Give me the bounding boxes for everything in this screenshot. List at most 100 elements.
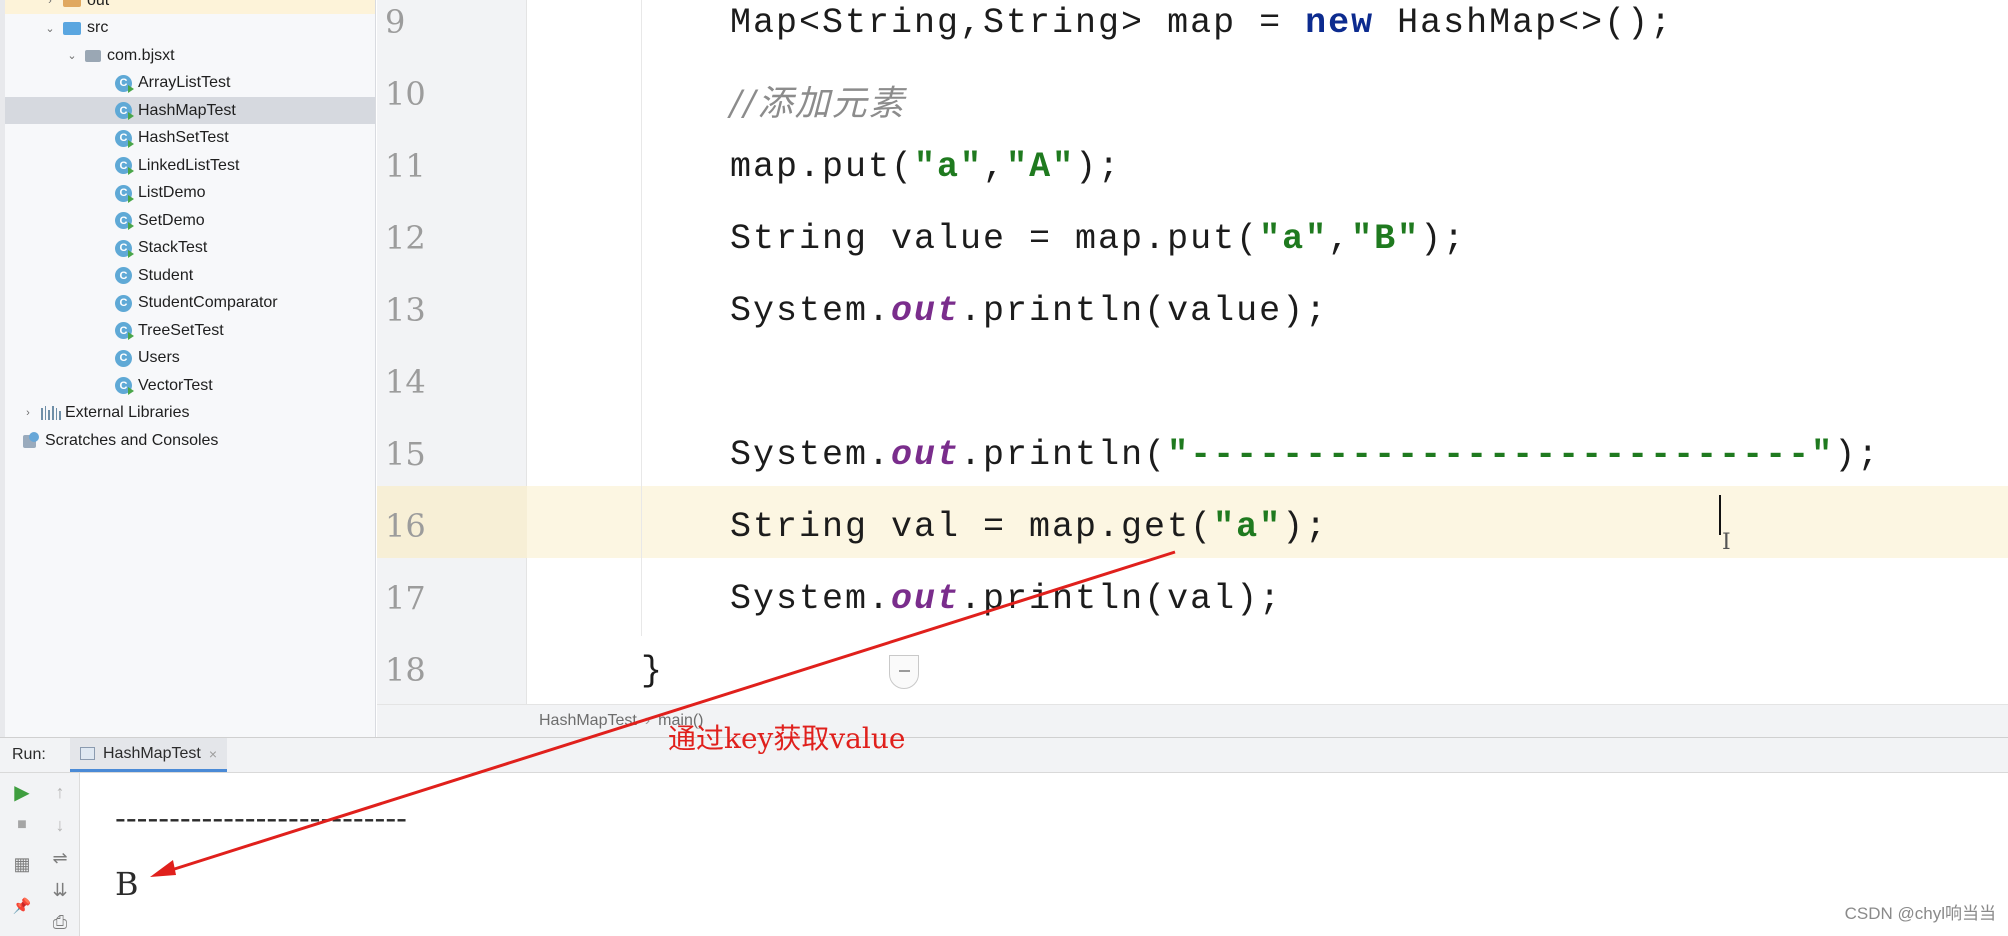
close-tab-icon[interactable]: × bbox=[209, 746, 217, 762]
tree-item-external-libraries[interactable]: › External Libraries bbox=[5, 400, 375, 427]
pin-tab-button[interactable]: 📌 bbox=[11, 895, 33, 917]
scroll-up-button[interactable]: ↑ bbox=[49, 781, 71, 803]
java-class-icon: C bbox=[115, 157, 134, 175]
tree-item-student[interactable]: C Student bbox=[5, 262, 375, 289]
watermark: CSDN @chyl响当当 bbox=[1844, 904, 1996, 923]
code-token: HashMap<>(); bbox=[1374, 3, 1674, 43]
tree-item-hashsettest[interactable]: C HashSetTest bbox=[5, 125, 375, 152]
tree-item-label: Scratches and Consoles bbox=[45, 431, 219, 449]
line-number: 18 bbox=[385, 651, 426, 689]
scroll-to-end-button[interactable]: ⇊ bbox=[49, 879, 71, 901]
tree-item-label: HashMapTest bbox=[138, 101, 236, 119]
package-icon bbox=[85, 49, 101, 62]
chevron-right-icon[interactable]: › bbox=[43, 0, 57, 8]
source-folder-icon bbox=[63, 21, 81, 35]
run-toolbar: ▶ ↑ ■ ↓ ⇌ ▦ ⇊ 📌 ⎙ bbox=[0, 773, 80, 936]
java-class-icon: C bbox=[115, 212, 134, 230]
java-class-icon: C bbox=[115, 349, 132, 367]
tree-item-vectortest[interactable]: C VectorTest bbox=[5, 372, 375, 399]
tree-item-label: ArrayListTest bbox=[138, 74, 231, 91]
folder-icon bbox=[63, 0, 81, 7]
line-number: 13 bbox=[385, 291, 426, 329]
tree-item-arraylisttest[interactable]: C ArrayListTest bbox=[5, 70, 375, 97]
comment-token: //添加元素 bbox=[730, 84, 906, 124]
chevron-right-icon[interactable]: › bbox=[21, 406, 35, 420]
stop-button[interactable]: ■ bbox=[11, 814, 33, 836]
tree-item-label: TreeSetTest bbox=[138, 321, 224, 339]
code-line[interactable]: map.put("a","A"); bbox=[730, 147, 1121, 187]
print-button[interactable]: ⎙ bbox=[49, 911, 71, 933]
run-tool-window-header: Run: HashMapTest × bbox=[0, 737, 2008, 773]
tree-item-label: StackTest bbox=[138, 239, 208, 256]
console-line: B bbox=[115, 865, 139, 903]
tree-item-users[interactable]: C Users bbox=[5, 345, 375, 372]
soft-wrap-button[interactable]: ⇌ bbox=[49, 847, 71, 869]
tree-item-linkedlisttest[interactable]: C LinkedListTest bbox=[5, 152, 375, 179]
run-tab-hashmaptest[interactable]: HashMapTest × bbox=[70, 738, 228, 772]
code-line[interactable]: Map<String,String> map = new HashMap<>()… bbox=[730, 3, 1673, 43]
string-token: "A" bbox=[1006, 147, 1076, 187]
run-tab-label: HashMapTest bbox=[103, 744, 201, 762]
tree-item-src[interactable]: ⌄ src bbox=[5, 15, 375, 42]
code-line[interactable]: System.out.println(value); bbox=[730, 291, 1328, 331]
tree-item-hashmaptest[interactable]: C HashMapTest bbox=[5, 97, 375, 124]
java-class-icon: C bbox=[115, 294, 132, 312]
tree-item-studentcomparator[interactable]: C StudentComparator bbox=[5, 290, 375, 317]
java-class-icon: C bbox=[115, 322, 134, 340]
code-token: .println(val); bbox=[960, 579, 1283, 619]
code-line[interactable]: System.out.println("--------------------… bbox=[730, 435, 1880, 475]
console-tab-icon bbox=[80, 747, 95, 760]
line-number: 10 bbox=[385, 75, 426, 113]
field-token: out bbox=[891, 579, 961, 619]
code-line[interactable]: //添加元素 bbox=[730, 75, 906, 126]
tree-item-label: External Libraries bbox=[65, 404, 190, 421]
code-token: String val = map.get( bbox=[730, 507, 1214, 547]
project-tree-panel: › out ⌄ src ⌄ com.bjsxt C ArrayListTest C HashMap… bbox=[0, 0, 376, 737]
tree-item-com-bjsxt[interactable]: ⌄ com.bjsxt bbox=[5, 42, 375, 69]
code-line[interactable]: System.out.println(val); bbox=[730, 579, 1282, 619]
code-line[interactable]: } bbox=[641, 651, 664, 691]
line-number: 9 bbox=[385, 3, 406, 41]
code-token: , bbox=[983, 147, 1007, 187]
tree-item-label: out bbox=[87, 0, 110, 9]
java-class-icon: C bbox=[115, 129, 134, 148]
field-token: out bbox=[891, 291, 961, 331]
chevron-down-icon[interactable]: ⌄ bbox=[65, 49, 79, 63]
string-token: "a" bbox=[914, 147, 984, 187]
code-editor[interactable]: Map<String,String> map = new HashMap<>()… bbox=[377, 0, 2008, 737]
text-caret bbox=[1719, 495, 1721, 535]
code-line[interactable]: String value = map.put("a","B"); bbox=[730, 219, 1466, 259]
scroll-down-button[interactable]: ↓ bbox=[49, 814, 71, 836]
tree-item-stacktest[interactable]: C StackTest bbox=[5, 235, 375, 262]
breadcrumb-separator: › bbox=[644, 712, 651, 729]
breadcrumb: HashMapTest › main() bbox=[377, 704, 2008, 737]
code-token: .println(value); bbox=[960, 291, 1329, 331]
code-line[interactable]: String val = map.get("a"); bbox=[730, 507, 1328, 547]
tree-item-treesettest[interactable]: C TreeSetTest bbox=[5, 317, 375, 344]
chevron-down-icon[interactable]: ⌄ bbox=[43, 21, 57, 35]
string-token: "B" bbox=[1351, 219, 1421, 259]
tree-item-out[interactable]: › out bbox=[5, 0, 375, 14]
libraries-icon bbox=[41, 406, 62, 420]
code-token: , bbox=[1328, 219, 1352, 259]
line-number: 14 bbox=[385, 363, 426, 401]
tree-item-label: Student bbox=[138, 266, 194, 284]
java-class-icon: C bbox=[115, 377, 134, 395]
layout-button[interactable]: ▦ bbox=[11, 853, 33, 875]
java-class-icon: C bbox=[115, 267, 132, 284]
string-token: "---------------------------" bbox=[1167, 435, 1835, 475]
fold-marker-icon[interactable] bbox=[889, 655, 919, 689]
tree-item-label: ListDemo bbox=[138, 184, 206, 201]
code-token: System. bbox=[730, 579, 892, 619]
tree-item-label: StudentComparator bbox=[138, 294, 278, 311]
run-label: Run: bbox=[12, 746, 46, 763]
tree-item-listdemo[interactable]: C ListDemo bbox=[5, 180, 375, 207]
code-token: map.put( bbox=[730, 147, 915, 187]
console-output[interactable]: --------------------------- B bbox=[81, 773, 2008, 936]
tree-item-scratches-and-consoles[interactable]: Scratches and Consoles bbox=[5, 427, 375, 454]
keyword-token: new bbox=[1305, 3, 1375, 43]
breadcrumb-class[interactable]: HashMapTest bbox=[539, 712, 637, 730]
rerun-button[interactable]: ▶ bbox=[11, 781, 33, 804]
tree-item-setdemo[interactable]: C SetDemo bbox=[5, 207, 375, 234]
code-token: String value = map.put( bbox=[730, 219, 1260, 259]
